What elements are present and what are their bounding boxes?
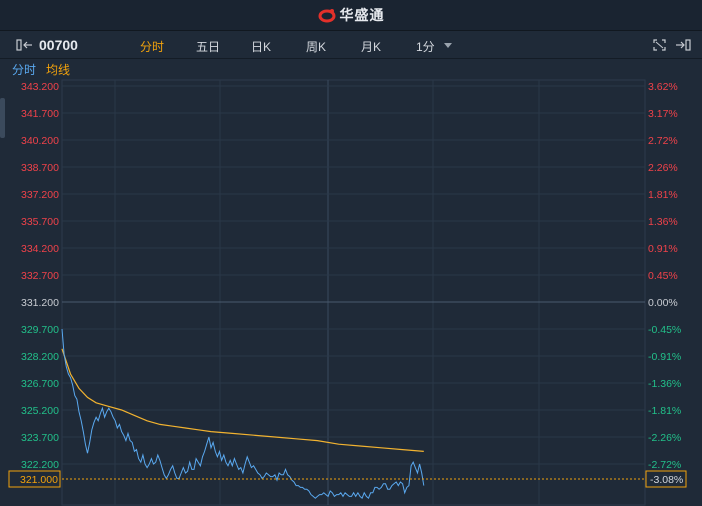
y-tick-price: 335.700 [21, 216, 59, 228]
current-price-label: 321.000 [20, 474, 58, 486]
y-tick-pct: -1.81% [648, 405, 681, 417]
y-tick-pct: 1.81% [648, 189, 678, 201]
y-tick-price: 331.200 [21, 297, 59, 309]
average-price-line [61, 348, 424, 452]
y-tick-price: 340.200 [21, 135, 59, 147]
y-tick-price: 338.700 [21, 162, 59, 174]
intraday-price-line [61, 328, 425, 500]
y-tick-price: 325.200 [21, 405, 59, 417]
y-tick-price: 326.700 [21, 378, 59, 390]
y-tick-pct: 1.36% [648, 216, 678, 228]
y-tick-pct: 2.72% [648, 135, 678, 147]
y-tick-pct: 0.00% [648, 297, 678, 309]
y-tick-price: 323.700 [21, 432, 59, 444]
y-tick-pct: 3.62% [648, 81, 678, 93]
y-tick-price: 328.200 [21, 351, 59, 363]
y-tick-pct: 0.91% [648, 243, 678, 255]
y-tick-pct: -1.36% [648, 378, 681, 390]
y-tick-price: 334.200 [21, 243, 59, 255]
y-tick-pct: -2.72% [648, 459, 681, 471]
y-tick-pct: -0.91% [648, 351, 681, 363]
y-tick-price: 329.700 [21, 324, 59, 336]
y-tick-pct: -0.45% [648, 324, 681, 336]
y-tick-pct: 0.45% [648, 270, 678, 282]
y-tick-price: 322.200 [21, 459, 59, 471]
current-pct-label: -3.08% [650, 474, 683, 486]
y-tick-price: 337.200 [21, 189, 59, 201]
plot-frame [61, 79, 646, 506]
intraday-chart: 343.200 3.62% 341.700 3.17% 340.200 2.72% 338.… [8, 79, 687, 506]
y-tick-price: 343.200 [21, 81, 59, 93]
y-tick-pct: 2.26% [648, 162, 678, 174]
y-tick-pct: -2.26% [648, 432, 681, 444]
y-tick-price: 341.700 [21, 108, 59, 120]
y-tick-price: 332.700 [21, 270, 59, 282]
y-tick-pct: 3.17% [648, 108, 678, 120]
